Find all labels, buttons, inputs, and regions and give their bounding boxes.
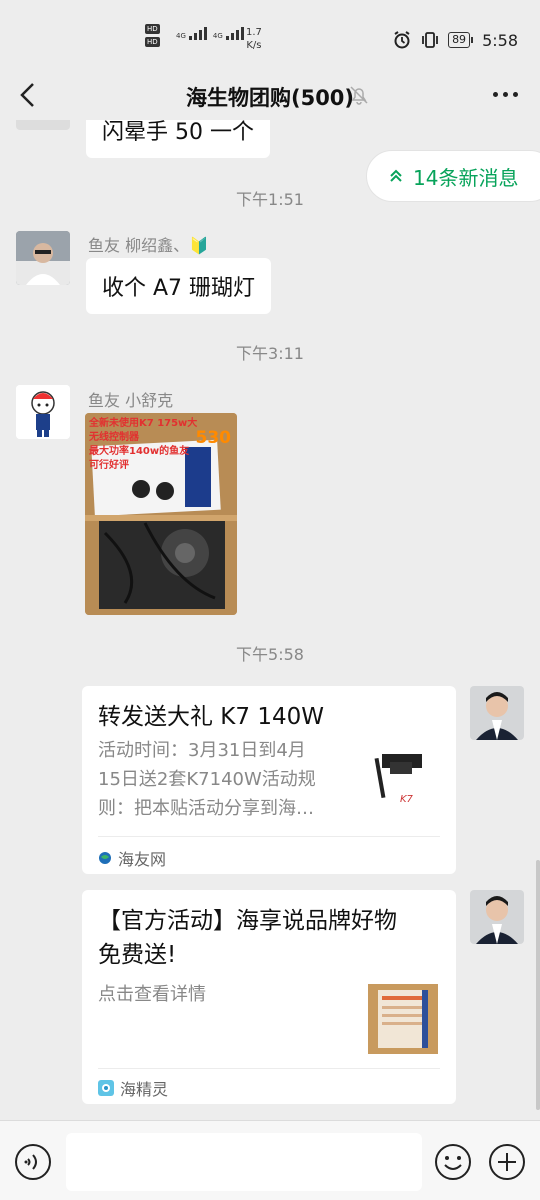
avatar[interactable] bbox=[16, 385, 70, 439]
card-desc-line: 则：把本贴活动分享到海… bbox=[98, 798, 314, 819]
avatar[interactable] bbox=[470, 890, 524, 944]
network-speed-value: 1.7 bbox=[246, 27, 262, 38]
avatar[interactable] bbox=[16, 120, 70, 130]
globe-icon bbox=[99, 852, 111, 864]
sender-name: 鱼友 小舒克 bbox=[88, 391, 174, 410]
emoji-icon[interactable] bbox=[434, 1143, 472, 1181]
network-type-1: 4G bbox=[176, 32, 186, 40]
card-title: 【官方活动】海享说品牌好物 免费送! bbox=[98, 904, 438, 972]
alarm-icon bbox=[394, 31, 410, 49]
message-input[interactable] bbox=[66, 1133, 422, 1191]
timestamp: 下午1:51 bbox=[236, 190, 304, 209]
voice-icon[interactable] bbox=[14, 1143, 52, 1181]
timestamp: 下午5:58 bbox=[236, 645, 304, 664]
card-source-label: 海友网 bbox=[118, 850, 167, 869]
message-text: 收个 A7 珊瑚灯 bbox=[102, 276, 256, 301]
app-icon bbox=[98, 1080, 114, 1096]
link-card[interactable]: 转发送大礼 K7 140W 活动时间：3月31日到4月 15日送2套K7140W… bbox=[82, 686, 456, 874]
card-desc-line: 15日送2套K7140W活动规 bbox=[98, 769, 316, 790]
hd-label-2: HD bbox=[145, 37, 160, 47]
scrollbar[interactable] bbox=[536, 860, 540, 1110]
card-title-line: 免费送! bbox=[98, 942, 177, 968]
network-type-2: 4G bbox=[212, 32, 223, 40]
chat-header: 海生物团购(500) bbox=[0, 70, 540, 120]
card-description: 点击查看详情 bbox=[98, 980, 206, 1009]
card-source: 海精灵 bbox=[98, 1076, 168, 1100]
message-bubble[interactable]: 收个 A7 珊瑚灯 bbox=[86, 258, 272, 314]
card-desc-line: 点击查看详情 bbox=[98, 984, 206, 1005]
chat-title: 海生物团购(500) bbox=[185, 86, 355, 110]
mute-bell-icon bbox=[350, 86, 368, 105]
battery-icon: 89 bbox=[448, 32, 474, 48]
overlay-text: 可行好评 bbox=[89, 460, 129, 471]
message-list[interactable]: 闪晕手 50 一个 14条新消息 下午1:51 鱼友 柳绍鑫、🔰 收个 A7 珊… bbox=[0, 120, 540, 1120]
message-text: 闪晕手 50 一个 bbox=[102, 120, 254, 145]
input-bar bbox=[0, 1120, 540, 1200]
card-thumbnail bbox=[368, 984, 438, 1054]
card-title-line: 【官方活动】海享说品牌好物 bbox=[98, 908, 397, 934]
card-thumbnail: K7 bbox=[368, 746, 438, 816]
timestamp: 下午3:11 bbox=[236, 344, 304, 363]
card-desc-line: 活动时间：3月31日到4月 bbox=[98, 740, 306, 761]
card-source: 海友网 bbox=[98, 846, 166, 870]
network-speed-unit: K/s bbox=[246, 40, 262, 51]
network-speed: 1.7 K/s bbox=[246, 26, 262, 52]
status-bar: HD HD 4G 4G 1.7 K/s 89 5:58 bbox=[0, 0, 540, 80]
hd-label-1: HD bbox=[145, 24, 160, 34]
card-divider bbox=[98, 836, 440, 837]
card-divider bbox=[98, 1068, 440, 1069]
overlay-price: 530 bbox=[195, 428, 232, 448]
vibrate-icon bbox=[422, 32, 438, 48]
message-bubble[interactable]: 闪晕手 50 一个 bbox=[86, 120, 270, 158]
card-description: 活动时间：3月31日到4月 15日送2套K7140W活动规 则：把本贴活动分享到… bbox=[98, 736, 316, 823]
hd-indicator: HD HD bbox=[145, 24, 160, 47]
plus-icon[interactable] bbox=[488, 1143, 526, 1181]
avatar[interactable] bbox=[470, 686, 524, 740]
sender-name: 鱼友 柳绍鑫、🔰 bbox=[88, 236, 210, 255]
image-message[interactable]: 全新未使用K7 175w大 无线控制器 530 最大功率140w的鱼友 可行好评 bbox=[85, 413, 237, 615]
card-title: 转发送大礼 K7 140W bbox=[98, 704, 324, 730]
more-icon[interactable] bbox=[493, 92, 518, 97]
double-chevron-up-icon bbox=[390, 169, 402, 182]
avatar[interactable] bbox=[16, 231, 70, 285]
clock: 5:58 bbox=[482, 30, 518, 50]
thumb-caption: K7 bbox=[400, 794, 413, 805]
card-source-label: 海精灵 bbox=[120, 1080, 169, 1099]
link-card[interactable]: 【官方活动】海享说品牌好物 免费送! 点击查看详情 海精灵 bbox=[82, 890, 456, 1104]
signal-icon: 4G 4G bbox=[176, 27, 244, 40]
